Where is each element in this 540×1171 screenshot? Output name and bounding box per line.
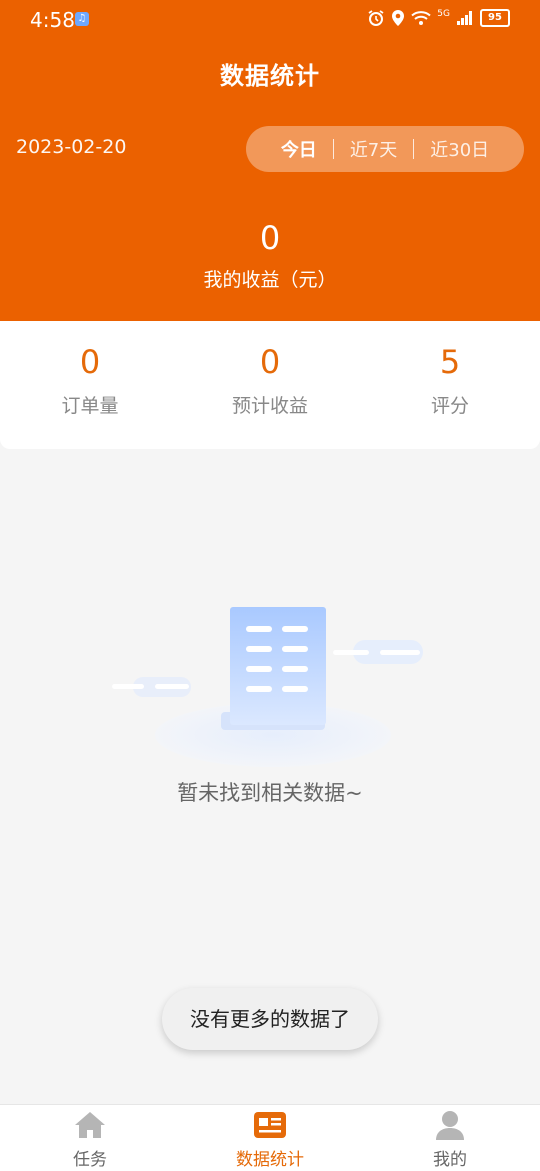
range-tab-30days[interactable]: 近30日 — [414, 136, 505, 162]
bottom-tabbar: 任务 数据统计 我的 — [0, 1104, 540, 1171]
stat-label: 预计收益 — [231, 395, 308, 417]
range-tabs: 今日 近7天 近30日 — [246, 126, 524, 172]
header: 4:58 ♫ 5G 95 数据统计 2023-02-20 今日 近7天 近30日… — [0, 0, 540, 321]
stat-orders: 0 订单量 — [0, 343, 180, 418]
tab-label: 我的 — [433, 1150, 467, 1170]
stat-estimated-income: 0 预计收益 — [180, 343, 360, 418]
date-label[interactable]: 2023-02-20 — [16, 136, 126, 158]
stat-rating: 5 评分 — [360, 343, 540, 418]
tab-statistics[interactable]: 数据统计 — [180, 1105, 360, 1171]
tab-label: 数据统计 — [236, 1150, 304, 1170]
status-time: 4:58 — [30, 8, 75, 32]
range-tab-7days[interactable]: 近7天 — [334, 136, 413, 162]
user-icon — [436, 1111, 464, 1140]
stats-card: 0 订单量 0 预计收益 5 评分 — [0, 321, 540, 449]
income-label: 我的收益（元） — [203, 269, 337, 291]
toast-message: 没有更多的数据了 — [162, 988, 378, 1050]
signal-icon — [457, 11, 472, 25]
stat-value: 0 — [79, 343, 101, 381]
tab-mine[interactable]: 我的 — [360, 1105, 540, 1171]
income-value: 0 — [259, 219, 281, 257]
location-icon — [392, 10, 405, 26]
stat-label: 评分 — [430, 395, 469, 417]
battery-icon: 95 — [480, 9, 510, 27]
music-app-icon: ♫ — [75, 12, 89, 26]
network-label: 5G — [437, 9, 450, 19]
empty-state-text: 暂未找到相关数据~ — [177, 781, 363, 805]
stats-icon — [254, 1112, 286, 1138]
empty-state-illustration — [112, 607, 423, 767]
status-bar: 4:58 ♫ 5G 95 — [0, 0, 540, 40]
stat-label: 订单量 — [61, 395, 119, 417]
home-icon — [75, 1112, 105, 1138]
tab-tasks[interactable]: 任务 — [0, 1105, 180, 1171]
range-tab-today[interactable]: 今日 — [265, 136, 333, 162]
status-icons: 5G 95 — [367, 9, 510, 27]
alarm-icon — [368, 10, 384, 26]
tab-label: 任务 — [73, 1150, 107, 1170]
wifi-icon — [411, 11, 431, 25]
page-title: 数据统计 — [220, 62, 320, 90]
stat-value: 5 — [439, 343, 461, 381]
stat-value: 0 — [259, 343, 281, 381]
